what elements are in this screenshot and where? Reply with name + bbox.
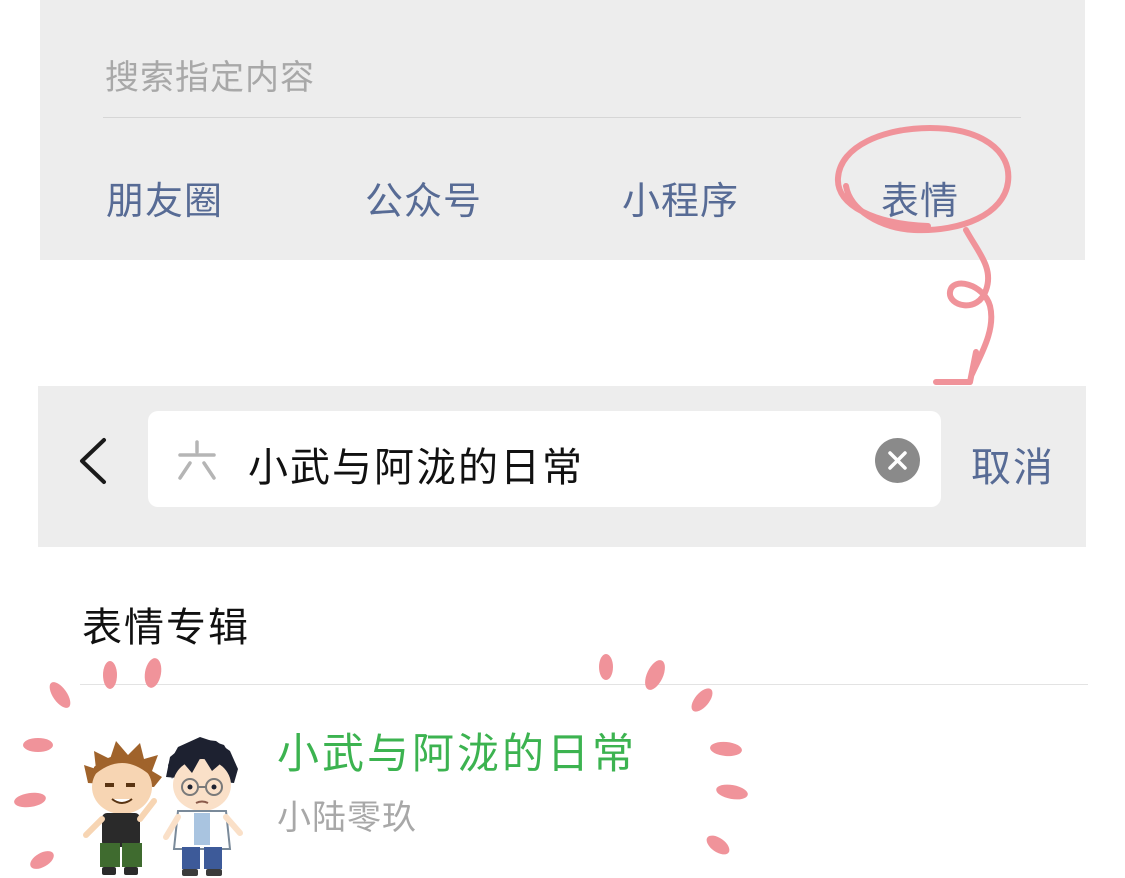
back-button[interactable]	[76, 436, 116, 486]
album-thumbnail	[83, 737, 243, 876]
cancel-button[interactable]: 取消	[971, 435, 1055, 493]
chevron-left-icon	[80, 438, 106, 484]
search-input[interactable]: 小武与阿泷的日常	[248, 435, 584, 493]
category-mini-programs[interactable]: 小程序	[622, 170, 739, 225]
album-title[interactable]: 小武与阿泷的日常	[277, 720, 637, 781]
clear-button[interactable]	[875, 438, 920, 483]
clear-icon	[888, 451, 907, 470]
divider	[80, 684, 1088, 685]
search-bar: 小武与阿泷的日常 取消	[38, 386, 1086, 547]
album-author: 小陆零玖	[277, 798, 417, 838]
search-scope-prompt: 搜索指定内容	[105, 58, 315, 98]
divider	[103, 117, 1021, 118]
sticker-search-icon	[178, 440, 216, 480]
category-official-accounts[interactable]: 公众号	[365, 170, 482, 225]
search-scope-panel: 搜索指定内容 朋友圈 公众号 小程序 表情	[40, 0, 1085, 260]
category-moments[interactable]: 朋友圈	[106, 170, 223, 225]
category-stickers[interactable]: 表情	[881, 170, 959, 225]
sticker-album-item[interactable]: 小武与阿泷的日常 小陆零玖	[80, 700, 1088, 878]
search-field[interactable]: 小武与阿泷的日常	[148, 411, 941, 507]
section-title: 表情专辑	[82, 605, 250, 651]
